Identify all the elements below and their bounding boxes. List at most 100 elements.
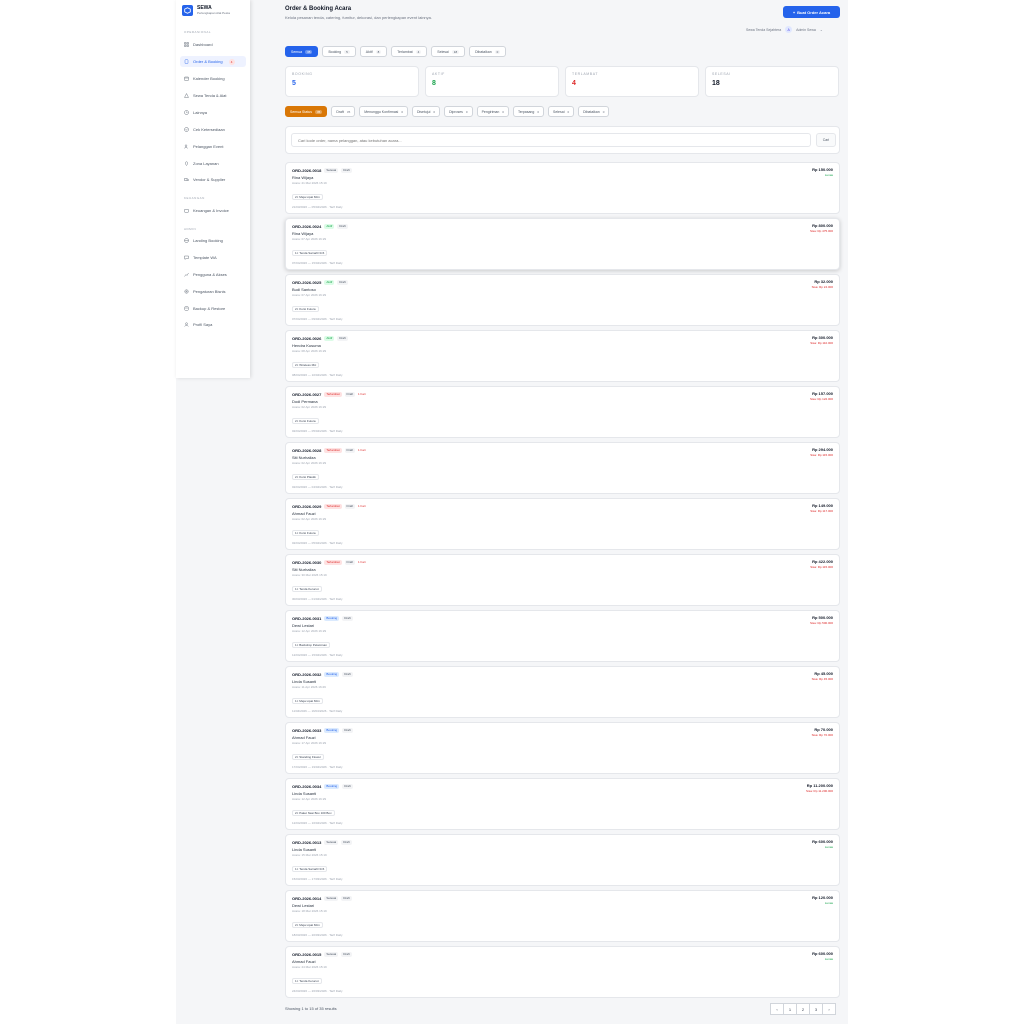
order-total: Rp 70.000 (814, 727, 833, 732)
order-item-chip: 1× Tenda Sarnafil 3×6 (292, 250, 328, 256)
pagination-summary: Showing 1 to 15 of 35 results (285, 1006, 337, 1011)
payment-tab[interactable]: Semua Status 35 (285, 106, 328, 117)
page-button[interactable]: 1 (783, 1003, 797, 1015)
order-code[interactable]: ORD-2026-0034 (292, 784, 321, 789)
order-card[interactable]: ORD-2026-0013 Selesai Draft Linda Susanti Ac… (285, 834, 840, 886)
stat-card-value: 8 (432, 80, 436, 87)
sidebar-item[interactable]: Vendor & Supplier (180, 174, 246, 185)
sidebar-item[interactable]: Pelanggan Event (180, 141, 246, 152)
payment-tab[interactable]: Draft 35 (331, 106, 356, 117)
brand: SEWA Perlengkapan Alat Pesta (182, 5, 230, 16)
page-button[interactable]: 2 (796, 1003, 810, 1015)
order-code[interactable]: ORD-2026-0028 (292, 448, 321, 453)
order-total: Rp 32.000 (814, 279, 833, 284)
order-code[interactable]: ORD-2026-0025 (292, 280, 321, 285)
payment-tab-label: Draft (336, 109, 344, 114)
order-code[interactable]: ORD-2026-0018 (292, 168, 321, 173)
payment-tab[interactable]: Selesai 0 (548, 106, 575, 117)
sidebar-item[interactable]: Profil Saya (180, 319, 246, 330)
order-card[interactable]: ORD-2026-0015 Selesai Draft Ahmad Fauzi Acar… (285, 946, 840, 998)
order-code[interactable]: ORD-2026-0015 (292, 952, 321, 957)
order-workflow-badge: Draft (342, 783, 353, 789)
payment-tab[interactable]: Disetujui 0 (411, 106, 441, 117)
payment-tab[interactable]: Diproses 0 (444, 106, 473, 117)
order-card[interactable]: ORD-2026-0026 Aktif Draft Hendra Kusuma Acar… (285, 330, 840, 382)
order-status-badge: Selesai (324, 167, 339, 173)
status-tab[interactable]: Selesai 18 (431, 46, 466, 57)
order-code[interactable]: ORD-2026-0014 (292, 896, 321, 901)
payment-tab[interactable]: Terpasang 0 (512, 106, 544, 117)
sidebar-item[interactable]: Lainnya (180, 107, 246, 118)
sidebar-item-label: Template WA (193, 255, 217, 260)
order-payment-status: Sisa: Rp 122.000 (809, 397, 833, 401)
order-item-chip: 2× Standing Flower (292, 754, 324, 760)
user-icon (184, 322, 189, 327)
search-input[interactable] (291, 133, 811, 147)
order-card[interactable]: ORD-2026-0018 Selesai Draft Rina Wijaya Acar… (285, 162, 840, 214)
status-tab[interactable]: Semua 35 (285, 46, 319, 57)
payment-tab-label: Disetujui (416, 109, 431, 114)
truck-icon (184, 177, 189, 182)
order-code[interactable]: ORD-2026-0013 (292, 840, 321, 845)
sidebar-item[interactable]: Kalender Booking (180, 73, 246, 84)
order-code[interactable]: ORD-2026-0024 (292, 224, 321, 229)
order-card[interactable]: ORD-2026-0033 Booking Draft Ahmad Fauzi Acar… (285, 722, 840, 774)
status-tab-count: 0 (494, 49, 501, 54)
order-code[interactable]: ORD-2026-0029 (292, 504, 321, 509)
sidebar-item[interactable]: Order & Booking 4 (180, 56, 246, 67)
order-status-badge: Selesai (324, 951, 339, 957)
status-tab[interactable]: Booking 5 (322, 46, 356, 57)
order-card[interactable]: ORD-2026-0027 Terlambat Draft 1 hari Dodi Pe… (285, 386, 840, 438)
new-order-button[interactable]: + Buat Order Acara (783, 6, 840, 18)
order-card[interactable]: ORD-2026-0030 Terlambat Draft 1 hari Siti Nu… (285, 554, 840, 606)
payment-tab-count: 0 (433, 109, 436, 114)
order-card[interactable]: ORD-2026-0029 Terlambat Draft 1 hari Ahmad F… (285, 498, 840, 550)
order-card[interactable]: ORD-2026-0025 Aktif Draft Budi Santoso Acara… (285, 274, 840, 326)
order-total: Rp 294.000 (812, 447, 833, 452)
order-rental-period: 30/03/2026 — 01/04/2026 · Tarif Daily (292, 597, 343, 601)
sidebar-item[interactable]: Keuangan & Invoice (180, 205, 246, 216)
sidebar-item-label: Pengaturan Bisnis (193, 289, 226, 294)
status-tab[interactable]: Aktif 8 (359, 46, 388, 57)
order-code[interactable]: ORD-2026-0032 (292, 672, 321, 677)
sidebar-item[interactable]: Pengaturan Bisnis (180, 286, 246, 297)
order-total: Rp 300.000 (812, 335, 833, 340)
order-payment-status: Lunas (824, 173, 833, 177)
user-menu[interactable]: Sewa Tenda Sejahtera A Admin Sewa ⌄ (746, 26, 823, 33)
order-code[interactable]: ORD-2026-0033 (292, 728, 321, 733)
order-rental-period: 11/04/2026 — 16/04/2026 · Tarif Daily (292, 709, 343, 713)
payment-tab[interactable]: Menunggu Konfirmasi 0 (359, 106, 408, 117)
payment-tab[interactable]: Dibatalkan 0 (578, 106, 610, 117)
order-code[interactable]: ORD-2026-0026 (292, 336, 321, 341)
status-tab[interactable]: Dibatalkan 0 (469, 46, 507, 57)
order-code[interactable]: ORD-2026-0027 (292, 392, 321, 397)
order-total: Rp 600.000 (812, 951, 833, 956)
sidebar-item[interactable]: Zona Layanan (180, 158, 246, 169)
order-card[interactable]: ORD-2026-0024 Aktif Draft Rina Wijaya Acara:… (285, 218, 840, 270)
order-card[interactable]: ORD-2026-0034 Booking Draft Linda Susanti Ac… (285, 778, 840, 830)
sidebar-item[interactable]: Pengguna & Akses (180, 269, 246, 280)
order-card[interactable]: ORD-2026-0014 Selesai Draft Dewi Lestari Aca… (285, 890, 840, 942)
order-customer: Linda Susanti (292, 679, 317, 684)
status-tab[interactable]: Terlambat 4 (391, 46, 428, 57)
search-button[interactable]: Cari (816, 133, 836, 147)
prev-page-button[interactable]: ‹ (770, 1003, 784, 1015)
order-card[interactable]: ORD-2026-0031 Booking Draft Dewi Lestari Aca… (285, 610, 840, 662)
sidebar-item[interactable]: Landing Booking (180, 235, 246, 246)
order-code[interactable]: ORD-2026-0030 (292, 560, 321, 565)
sidebar-item[interactable]: Cek Ketersediaan (180, 124, 246, 135)
sidebar-item[interactable]: Backup & Restore (180, 303, 246, 314)
sidebar-item[interactable]: Template WA (180, 252, 246, 263)
payment-tab[interactable]: Pengiriman 0 (476, 106, 509, 117)
order-customer: Siti Nurhaliza (292, 567, 316, 572)
order-status-badge: Terlambat (324, 447, 342, 453)
order-code[interactable]: ORD-2026-0031 (292, 616, 321, 621)
page-button[interactable]: 3 (809, 1003, 823, 1015)
payment-tab-count: 35 (314, 109, 323, 114)
order-card[interactable]: ORD-2026-0032 Booking Draft Linda Susanti Ac… (285, 666, 840, 718)
sidebar-item[interactable]: Dashboard (180, 39, 246, 50)
next-page-button[interactable]: › (822, 1003, 836, 1015)
order-card[interactable]: ORD-2026-0028 Terlambat Draft 1 hari Siti Nu… (285, 442, 840, 494)
order-header: ORD-2026-0027 Terlambat Draft 1 hari (292, 391, 833, 397)
sidebar-item[interactable]: Sewa Tenda & Alat (180, 90, 246, 101)
